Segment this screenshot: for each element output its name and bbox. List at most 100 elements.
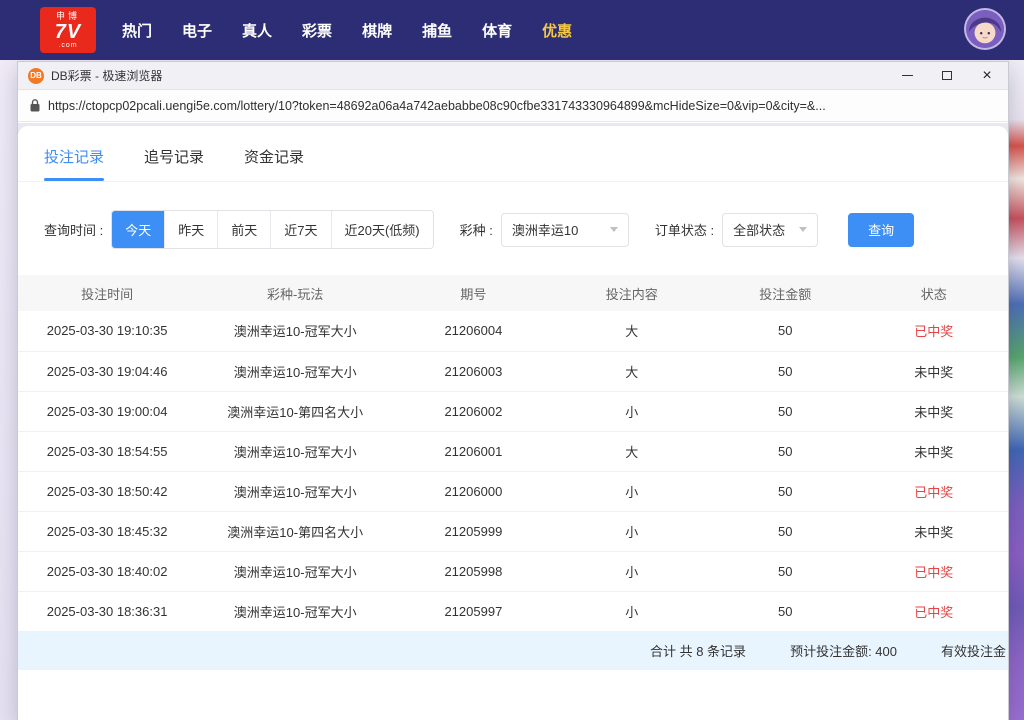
tab-资金记录[interactable]: 资金记录 <box>244 146 304 181</box>
close-icon[interactable]: × <box>980 69 994 83</box>
column-header: 投注金额 <box>711 275 860 311</box>
site-favicon-icon: DB <box>28 68 44 84</box>
status-filter-label: 订单状态 : <box>655 220 714 239</box>
time-option-昨天[interactable]: 昨天 <box>164 211 217 248</box>
nav-item-真人[interactable]: 真人 <box>242 14 272 47</box>
browser-window: DB DB彩票 - 极速浏览器 × https://ctopcp02pcali.… <box>18 62 1008 720</box>
nav-item-热门[interactable]: 热门 <box>122 14 152 47</box>
table-row: 2025-03-30 18:45:32澳洲幸运10-第四名大小21205999小… <box>18 511 1008 551</box>
cell-status: 未中奖 <box>859 511 1008 551</box>
desktop-background <box>1008 60 1024 720</box>
cell-bet-content: 小 <box>553 471 711 511</box>
record-tabs: 投注记录 追号记录 资金记录 <box>18 126 1008 182</box>
cell-bet-time: 2025-03-30 18:54:55 <box>18 431 196 471</box>
time-option-近7天[interactable]: 近7天 <box>270 211 330 248</box>
table-body: 2025-03-30 19:10:35澳洲幸运10-冠军大小21206004大5… <box>18 311 1008 631</box>
lottery-filter-label: 彩种 : <box>460 220 493 239</box>
cell-bet-amount: 50 <box>711 391 860 431</box>
table-row: 2025-03-30 18:54:55澳洲幸运10-冠军大小21206001大5… <box>18 431 1008 471</box>
table-row: 2025-03-30 19:10:35澳洲幸运10-冠军大小21206004大5… <box>18 311 1008 351</box>
time-option-前天[interactable]: 前天 <box>217 211 270 248</box>
cell-bet-time: 2025-03-30 19:04:46 <box>18 351 196 391</box>
column-header: 投注时间 <box>18 275 196 311</box>
cell-bet-amount: 50 <box>711 471 860 511</box>
lock-icon <box>30 99 40 112</box>
cell-bet-content: 大 <box>553 351 711 391</box>
brand-logo-main: 7V <box>55 22 81 42</box>
table-row: 2025-03-30 18:40:02澳洲幸运10-冠军大小21205998小5… <box>18 551 1008 591</box>
top-navbar: 申博 7V .com 热门电子真人彩票棋牌捕鱼体育优惠 <box>0 0 1024 60</box>
cell-lottery-play: 澳洲幸运10-冠军大小 <box>196 551 394 591</box>
cell-bet-amount: 50 <box>711 311 860 351</box>
browser-titlebar[interactable]: DB DB彩票 - 极速浏览器 × <box>18 62 1008 90</box>
cell-status: 未中奖 <box>859 391 1008 431</box>
cell-issue-number: 21206004 <box>394 311 552 351</box>
maximize-icon[interactable] <box>940 69 954 83</box>
brand-logo[interactable]: 申博 7V .com <box>40 7 96 53</box>
bet-records-table: 投注时间彩种-玩法期号投注内容投注金额状态 2025-03-30 19:10:3… <box>18 275 1008 632</box>
time-option-近20天(低频)[interactable]: 近20天(低频) <box>331 211 433 248</box>
nav-item-电子[interactable]: 电子 <box>182 14 212 47</box>
cell-bet-content: 小 <box>553 511 711 551</box>
window-title: DB彩票 - 极速浏览器 <box>51 67 162 84</box>
browser-client-area: 投注记录 追号记录 资金记录 查询时间 : 今天昨天前天近7天近20天(低频) 彩种… <box>18 123 1008 720</box>
summary-valid-amount: 有效投注金 <box>941 641 1006 660</box>
tab-投注记录[interactable]: 投注记录 <box>44 146 104 181</box>
summary-expected-amount: 预计投注金额: 400 <box>790 641 897 660</box>
time-option-今天[interactable]: 今天 <box>112 211 164 248</box>
cell-status: 已中奖 <box>859 551 1008 591</box>
cell-status: 未中奖 <box>859 431 1008 471</box>
table-summary-footer: 合计 共 8 条记录 预计投注金额: 400 有效投注金 <box>18 632 1008 670</box>
brand-logo-top: 申博 <box>56 12 80 21</box>
column-header: 彩种-玩法 <box>196 275 394 311</box>
summary-total: 合计 共 8 条记录 <box>650 641 746 660</box>
url-text[interactable]: https://ctopcp02pcali.uengi5e.com/lotter… <box>48 99 826 113</box>
table-row: 2025-03-30 19:00:04澳洲幸运10-第四名大小21206002小… <box>18 391 1008 431</box>
cell-bet-time: 2025-03-30 18:45:32 <box>18 511 196 551</box>
cell-bet-amount: 50 <box>711 431 860 471</box>
nav-item-棋牌[interactable]: 棋牌 <box>362 14 392 47</box>
cell-lottery-play: 澳洲幸运10-冠军大小 <box>196 471 394 511</box>
table-row: 2025-03-30 18:50:42澳洲幸运10-冠军大小21206000小5… <box>18 471 1008 511</box>
cell-status: 已中奖 <box>859 471 1008 511</box>
browser-addressbar[interactable]: https://ctopcp02pcali.uengi5e.com/lotter… <box>18 90 1008 122</box>
lottery-select[interactable]: 澳洲幸运10 <box>501 213 629 247</box>
tab-追号记录[interactable]: 追号记录 <box>144 146 204 181</box>
cell-bet-amount: 50 <box>711 351 860 391</box>
cell-bet-content: 大 <box>553 311 711 351</box>
lottery-record-panel: 投注记录 追号记录 资金记录 查询时间 : 今天昨天前天近7天近20天(低频) 彩种… <box>18 126 1008 720</box>
cell-bet-content: 大 <box>553 431 711 471</box>
cell-lottery-play: 澳洲幸运10-冠军大小 <box>196 431 394 471</box>
column-header: 期号 <box>394 275 552 311</box>
cell-issue-number: 21206000 <box>394 471 552 511</box>
nav-item-优惠[interactable]: 优惠 <box>542 14 572 47</box>
cell-bet-time: 2025-03-30 19:10:35 <box>18 311 196 351</box>
cell-issue-number: 21206003 <box>394 351 552 391</box>
cell-issue-number: 21205997 <box>394 591 552 631</box>
column-header: 投注内容 <box>553 275 711 311</box>
cell-bet-time: 2025-03-30 19:00:04 <box>18 391 196 431</box>
order-status-select[interactable]: 全部状态 <box>722 213 818 247</box>
cell-bet-time: 2025-03-30 18:50:42 <box>18 471 196 511</box>
cell-issue-number: 21206001 <box>394 431 552 471</box>
nav-item-捕鱼[interactable]: 捕鱼 <box>422 14 452 47</box>
user-avatar[interactable] <box>964 8 1006 50</box>
filter-bar: 查询时间 : 今天昨天前天近7天近20天(低频) 彩种 : 澳洲幸运10 订单状… <box>18 182 1008 249</box>
table-row: 2025-03-30 19:04:46澳洲幸运10-冠军大小21206003大5… <box>18 351 1008 391</box>
table-row: 2025-03-30 18:36:31澳洲幸运10-冠军大小21205997小5… <box>18 591 1008 631</box>
search-button[interactable]: 查询 <box>848 213 914 247</box>
cell-bet-time: 2025-03-30 18:36:31 <box>18 591 196 631</box>
cell-bet-time: 2025-03-30 18:40:02 <box>18 551 196 591</box>
nav-item-彩票[interactable]: 彩票 <box>302 14 332 47</box>
cell-lottery-play: 澳洲幸运10-第四名大小 <box>196 511 394 551</box>
cell-issue-number: 21205999 <box>394 511 552 551</box>
cell-status: 未中奖 <box>859 351 1008 391</box>
cell-bet-amount: 50 <box>711 511 860 551</box>
cell-bet-amount: 50 <box>711 591 860 631</box>
cell-status: 已中奖 <box>859 591 1008 631</box>
order-status-value: 全部状态 <box>733 220 785 239</box>
cell-bet-content: 小 <box>553 551 711 591</box>
cell-lottery-play: 澳洲幸运10-冠军大小 <box>196 351 394 391</box>
minimize-icon[interactable] <box>900 69 914 83</box>
nav-item-体育[interactable]: 体育 <box>482 14 512 47</box>
